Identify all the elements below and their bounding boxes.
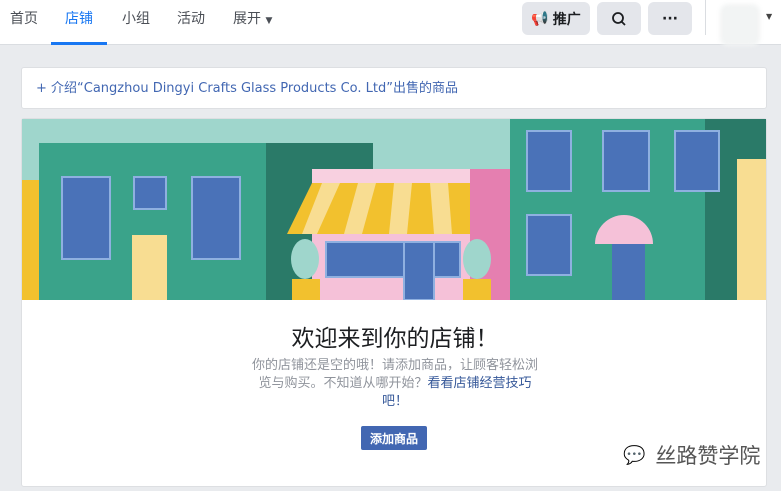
wechat-icon: 💬	[623, 444, 646, 466]
search-button[interactable]	[597, 2, 641, 35]
megaphone-icon: 📢	[531, 10, 549, 27]
watermark: 💬 丝路赞学院	[623, 440, 760, 470]
shop-welcome-title: 欢迎来到你的店铺！	[291, 326, 499, 352]
add-product-button[interactable]: 添加商品	[361, 426, 427, 450]
caret-down-icon[interactable]: ▼	[766, 12, 772, 21]
tab-groups[interactable]: 小组	[122, 0, 150, 45]
divider	[705, 0, 706, 35]
tab-events[interactable]: 活动	[177, 0, 205, 45]
caret-down-icon: ▼	[265, 16, 273, 26]
avatar[interactable]	[720, 4, 760, 46]
intro-text: 介绍“Cangzhou Dingyi Crafts Glass Products…	[51, 81, 458, 96]
more-icon: ···	[662, 10, 678, 27]
tab-more-label: 展开	[233, 11, 261, 27]
watermark-text: 丝路赞学院	[655, 444, 761, 468]
shop-card: 欢迎来到你的店铺！ 你的店铺还是空的哦！请添加商品，让顾客轻松浏览与购买。不知道…	[21, 118, 767, 487]
promote-label: 推广	[552, 11, 581, 28]
tab-more[interactable]: 展开 ▼	[233, 0, 272, 45]
top-nav: 首页 店铺 小组 活动 展开 ▼ 📢 推广 ··· ▼	[0, 0, 781, 46]
add-product-intro[interactable]: + 介绍“Cangzhou Dingyi Crafts Glass Produc…	[21, 67, 767, 109]
tab-shop[interactable]: 店铺	[51, 0, 107, 45]
promote-button[interactable]: 📢 推广	[522, 2, 590, 35]
plus-icon: +	[36, 81, 52, 96]
more-button[interactable]: ···	[648, 2, 692, 35]
search-icon	[612, 11, 626, 26]
shop-banner-illustration	[22, 119, 766, 300]
tab-home[interactable]: 首页	[10, 0, 38, 45]
shop-description: 你的店铺还是空的哦！请添加商品，让顾客轻松浏览与购买。不知道从哪开始？看看店铺经…	[250, 357, 540, 411]
